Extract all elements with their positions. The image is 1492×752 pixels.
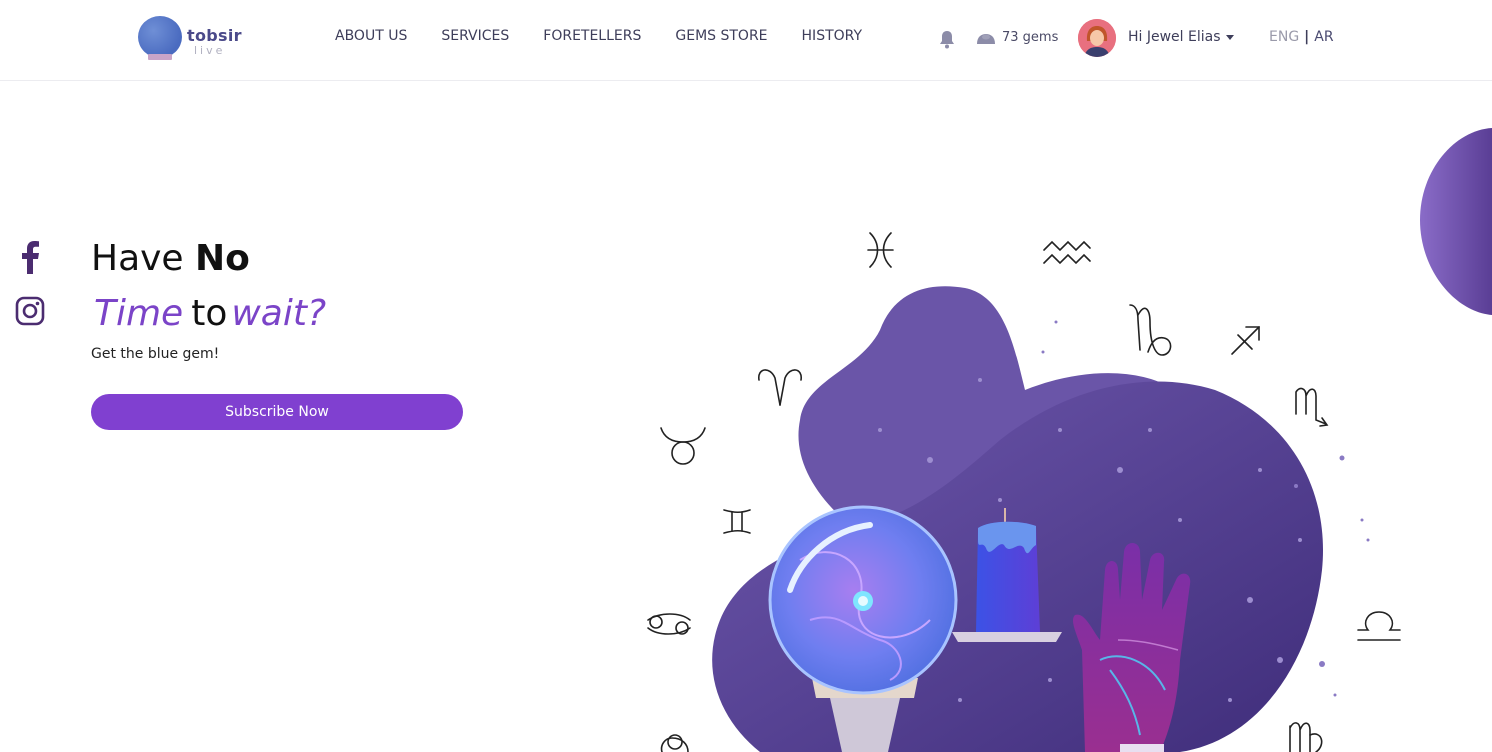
- lang-separator: |: [1304, 29, 1310, 45]
- crystal-ball-logo-icon: [138, 16, 182, 58]
- hero-headline-line1: Have No: [91, 238, 250, 279]
- instagram-icon[interactable]: [15, 296, 45, 326]
- hero-line2-c: wait?: [231, 293, 327, 334]
- crystal-ball: [768, 505, 958, 752]
- language-switcher: ENG | AR: [1269, 29, 1334, 45]
- hero-line1-a: Have: [91, 238, 184, 279]
- user-avatar-image: [1078, 19, 1116, 57]
- chevron-down-icon: [1225, 34, 1234, 40]
- gems-count: 73 gems: [1002, 30, 1059, 45]
- top-navbar: tobsir live ABOUT US SERVICES FORETELLER…: [0, 0, 1492, 81]
- nav-foretellers[interactable]: FORETELLERS: [543, 28, 641, 44]
- bell-icon[interactable]: [937, 29, 957, 49]
- hero-line2-b: to: [191, 293, 228, 334]
- libra-icon: [1357, 611, 1401, 641]
- gemini-icon: [723, 509, 751, 534]
- back-blob: [798, 286, 1200, 560]
- capricorn-icon: [1129, 304, 1172, 356]
- aquarius-icon: [1043, 240, 1091, 265]
- facebook-icon[interactable]: [18, 240, 42, 274]
- hero-line1-b: No: [195, 238, 250, 279]
- user-menu[interactable]: Hi Jewel Elias: [1128, 29, 1234, 45]
- logo-subtext: live: [194, 44, 226, 57]
- star-speckles: [878, 378, 1302, 702]
- gems-balance[interactable]: 73 gems: [976, 30, 1058, 45]
- aries-icon: [758, 369, 802, 406]
- main-blob: [712, 381, 1324, 752]
- nav-services[interactable]: SERVICES: [441, 28, 509, 44]
- candle: [952, 508, 1062, 642]
- scorpio-icon: [1295, 387, 1329, 427]
- lang-eng[interactable]: ENG: [1269, 29, 1299, 45]
- nav-history[interactable]: HISTORY: [802, 28, 863, 44]
- nav-gems-store[interactable]: GEMS STORE: [675, 28, 767, 44]
- gem-pile-icon: [977, 33, 995, 44]
- logo-text: tobsir: [187, 26, 242, 45]
- logo-base: [148, 54, 172, 60]
- taurus-icon: [660, 427, 706, 465]
- cancer-icon: [647, 613, 691, 635]
- virgo-icon: [1289, 722, 1323, 752]
- edge-blob: [1420, 128, 1492, 315]
- sagittarius-icon: [1231, 326, 1260, 355]
- logo[interactable]: tobsir live: [138, 16, 248, 62]
- hero-line2-a: Time: [94, 293, 184, 334]
- fortune-teller-illustration: [647, 128, 1492, 752]
- user-greeting: Hi Jewel Elias: [1128, 29, 1221, 45]
- leo-icon: [660, 734, 689, 752]
- palm-hand: [1072, 543, 1191, 752]
- hero-headline-line2: Time to wait?: [94, 293, 326, 334]
- lang-ar[interactable]: AR: [1314, 29, 1333, 45]
- outer-speckles: [1041, 320, 1370, 697]
- main-nav: ABOUT US SERVICES FORETELLERS GEMS STORE…: [335, 28, 896, 44]
- pisces-icon: [867, 232, 894, 268]
- subscribe-now-button[interactable]: Subscribe Now: [91, 394, 463, 430]
- hero-tagline: Get the blue gem!: [91, 346, 220, 362]
- user-avatar[interactable]: [1078, 19, 1116, 57]
- nav-about-us[interactable]: ABOUT US: [335, 28, 407, 44]
